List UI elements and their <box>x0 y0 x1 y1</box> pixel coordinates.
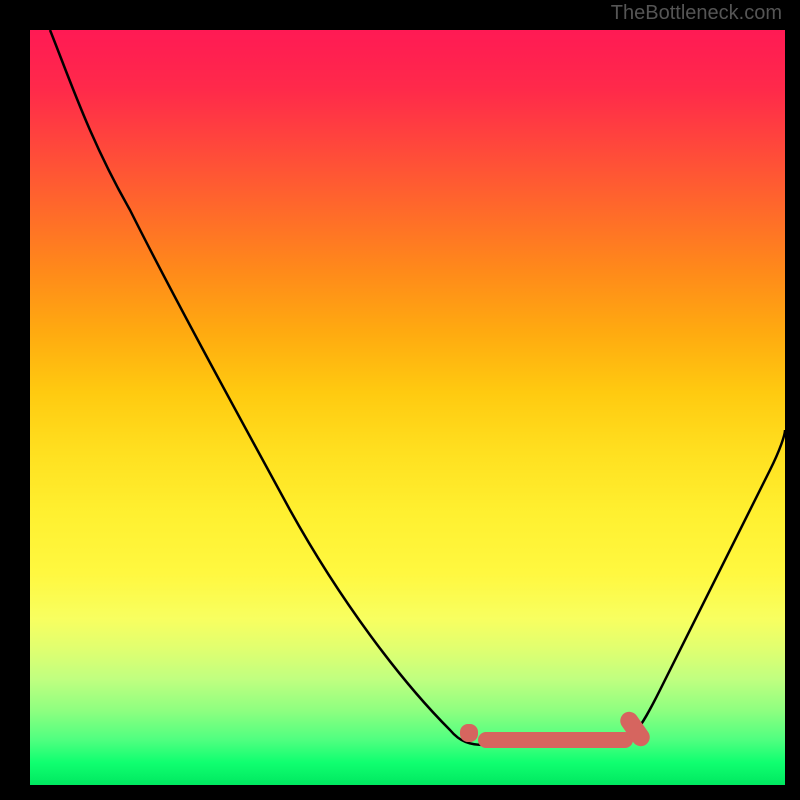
watermark-text: TheBottleneck.com <box>611 2 782 25</box>
highlight-dot <box>460 724 478 742</box>
chart-plot-area <box>30 30 785 785</box>
curve-line <box>30 30 785 785</box>
highlight-bar <box>478 732 633 748</box>
